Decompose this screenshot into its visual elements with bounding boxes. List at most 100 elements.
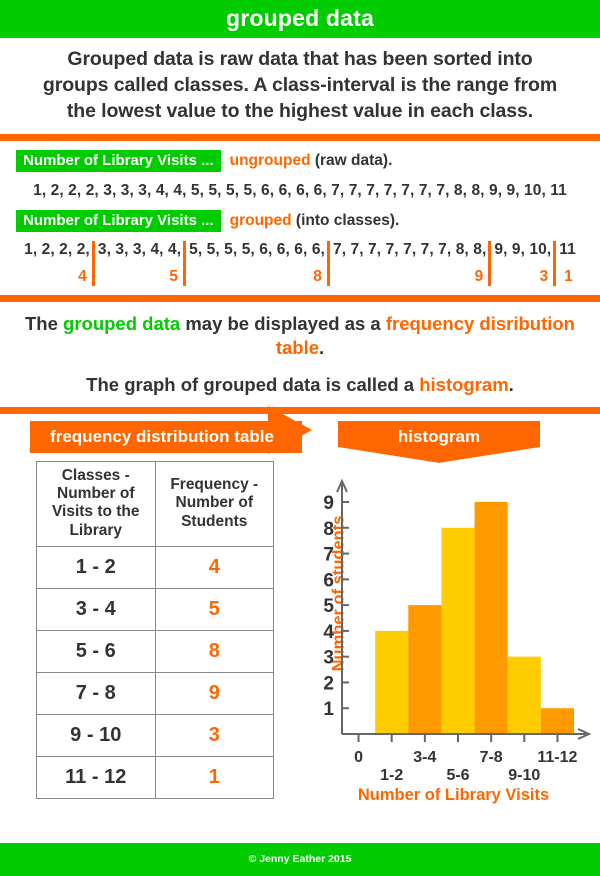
table-row: 1 - 2 4 [36, 546, 274, 590]
histogram-banner: histogram [338, 420, 540, 463]
table-cell-frequency: 8 [154, 630, 274, 674]
chart-x-tick-label: 0 [354, 749, 363, 766]
grouped-class-3-values: 5, 5, 5, 5, 6, 6, 6, 6, [189, 240, 325, 258]
intro-line-2: groups called classes. A class-interval … [42, 73, 558, 96]
chart-y-tick-label: 8 [323, 519, 334, 540]
table-cell-frequency: 3 [154, 714, 274, 758]
statement-1-part-a: The [24, 312, 64, 334]
table-header-classes: Classes - Number of Visits to the Librar… [36, 460, 156, 548]
divider-rule-1 [0, 133, 600, 141]
chart-bar [474, 501, 508, 734]
grouped-class-2-values: 3, 3, 3, 4, 4, [97, 240, 182, 258]
grouped-class-6-values: 11 [559, 240, 576, 258]
ungrouped-caption: ungrouped (raw data). [230, 152, 393, 170]
ungrouped-tag-line: Number of Library Visits ... ungrouped (r… [0, 149, 600, 172]
divider-rule-2 [0, 294, 600, 302]
intro-paragraph: Grouped data is raw data that has been s… [0, 38, 600, 134]
grouped-class-3-count: 8 [313, 267, 322, 285]
ungrouped-tag-label: Number of Library Visits ... [16, 149, 221, 172]
grouped-class-5: 9, 9, 10, 3 [488, 240, 552, 286]
frequency-table-banner: frequency distribution table [30, 420, 302, 453]
table-row: 3 - 4 5 [36, 588, 274, 632]
grouped-tag-label: Number of Library Visits ... [16, 209, 221, 232]
chart-x-tick-label: 7-8 [480, 749, 503, 766]
ungrouped-values: 1, 2, 2, 2, 3, 3, 3, 4, 4, 5, 5, 5, 5, 6… [33, 181, 567, 199]
chart-x-tick-label: 5-6 [446, 767, 469, 784]
table-cell-frequency: 1 [154, 756, 274, 800]
chart-x-tick-label: 9-10 [508, 767, 540, 784]
grouped-values-row: 1, 2, 2, 2, 4 3, 3, 3, 4, 4, 5 5, 5, 5, … [0, 239, 600, 293]
statement-frequency-table: The grouped data may be displayed as a f… [14, 312, 586, 360]
chart-y-tick-label: 2 [323, 673, 334, 694]
footer-copyright: © Jenny Eather 2015 [0, 843, 600, 876]
grouped-groups: 1, 2, 2, 2, 4 3, 3, 3, 4, 4, 5 5, 5, 5, … [0, 240, 600, 286]
statement-1-green: grouped data [63, 312, 181, 334]
table-header-row: Classes - Number of Visits to the Librar… [36, 460, 274, 548]
chart-x-tick-label: 1-2 [380, 767, 403, 784]
grouped-class-6-count: 1 [564, 267, 573, 285]
grouped-class-5-values: 9, 9, 10, [494, 240, 552, 258]
table-row: 9 - 10 3 [36, 714, 274, 758]
table-row: 11 - 12 1 [36, 756, 274, 800]
chart-bar [375, 630, 409, 734]
grouped-emphasis: grouped [229, 211, 292, 229]
statement-2-part-b: . [508, 373, 514, 395]
chart-plot: 1 2 3 4 5 6 7 8 9 0 1-2 3-4 5-6 7-8 9-1011-12 [323, 478, 592, 784]
page-title: grouped data [0, 0, 600, 38]
grouped-class-6: 11 1 [553, 240, 577, 286]
grouped-tag-line: Number of Library Visits ... grouped (int… [0, 209, 600, 232]
table-cell-class: 5 - 6 [36, 630, 156, 674]
ungrouped-emphasis: ungrouped [229, 151, 311, 169]
table-header-frequency: Frequency - Number of Students [154, 460, 274, 548]
table-cell-frequency: 9 [154, 672, 274, 716]
chart-y-tick-label: 3 [323, 648, 334, 669]
table-cell-class: 11 - 12 [36, 756, 156, 800]
histogram-chart: Number of students 1 2 3 4 5 6 7 8 9 0 1-2 3-4 5-6 7-… [296, 466, 596, 818]
table-row: 5 - 6 8 [36, 630, 274, 674]
grouped-class-5-count: 3 [539, 267, 549, 285]
chart-bar [540, 708, 574, 734]
chart-bar [441, 527, 475, 734]
chart-bar [408, 605, 442, 734]
grouped-class-4-values: 7, 7, 7, 7, 7, 7, 7, 8, 8, [332, 240, 487, 258]
chart-x-tick-label: 3-4 [413, 749, 436, 766]
statement-1-part-c: . [319, 336, 325, 358]
chart-y-tick-label: 7 [323, 544, 334, 565]
statements-section: The grouped data may be displayed as a f… [0, 302, 600, 407]
statement-1-part-b: may be displayed as a [180, 312, 386, 334]
grouped-class-1-count: 4 [78, 267, 87, 285]
lower-panel: frequency distribution table histogram C… [0, 405, 600, 830]
table-cell-frequency: 5 [154, 588, 274, 632]
grouped-class-2-count: 5 [169, 267, 179, 285]
statement-2-orange: histogram [419, 373, 509, 395]
grouped-caption: grouped (into classes). [230, 212, 400, 230]
chart-bar [507, 656, 541, 734]
chart-y-tick-label: 5 [323, 596, 334, 617]
chart-y-tick-label: 1 [323, 699, 334, 720]
chart-y-tick-label: 6 [323, 570, 334, 591]
chart-y-tick-label: 9 [323, 493, 334, 514]
grouped-class-4: 7, 7, 7, 7, 7, 7, 7, 8, 8, 9 [326, 240, 487, 286]
grouped-class-4-count: 9 [474, 267, 484, 285]
intro-line-1: Grouped data is raw data that has been s… [67, 48, 533, 70]
chart-x-tick-label: 11-12 [537, 749, 577, 766]
table-cell-frequency: 4 [154, 546, 274, 590]
grouped-class-1: 1, 2, 2, 2, 4 [23, 241, 91, 286]
table-cell-class: 9 - 10 [36, 714, 156, 758]
grouped-suffix: (into classes). [295, 211, 400, 229]
grouped-class-2: 3, 3, 3, 4, 4, 5 [91, 240, 182, 286]
chart-y-tick-label: 4 [323, 622, 334, 643]
grouped-class-3: 5, 5, 5, 5, 6, 6, 6, 6, 8 [183, 240, 326, 286]
statement-2-part-a: The graph of grouped data is called a [86, 373, 420, 395]
frequency-distribution-table: Classes - Number of Visits to the Librar… [36, 460, 274, 800]
data-section: Number of Library Visits ... ungrouped (r… [0, 141, 600, 295]
table-cell-class: 7 - 8 [36, 672, 156, 716]
statement-histogram: The graph of grouped data is called a hi… [14, 373, 586, 397]
chart-x-axis-label: Number of Library Visits [357, 785, 550, 804]
table-row: 7 - 8 9 [36, 672, 274, 716]
table-cell-class: 1 - 2 [36, 546, 156, 590]
grouped-class-1-values: 1, 2, 2, 2, [24, 240, 90, 258]
ungrouped-suffix: (raw data). [314, 151, 393, 169]
intro-line-3: the lowest value to the highest value in… [66, 99, 534, 122]
table-cell-class: 3 - 4 [36, 588, 156, 632]
